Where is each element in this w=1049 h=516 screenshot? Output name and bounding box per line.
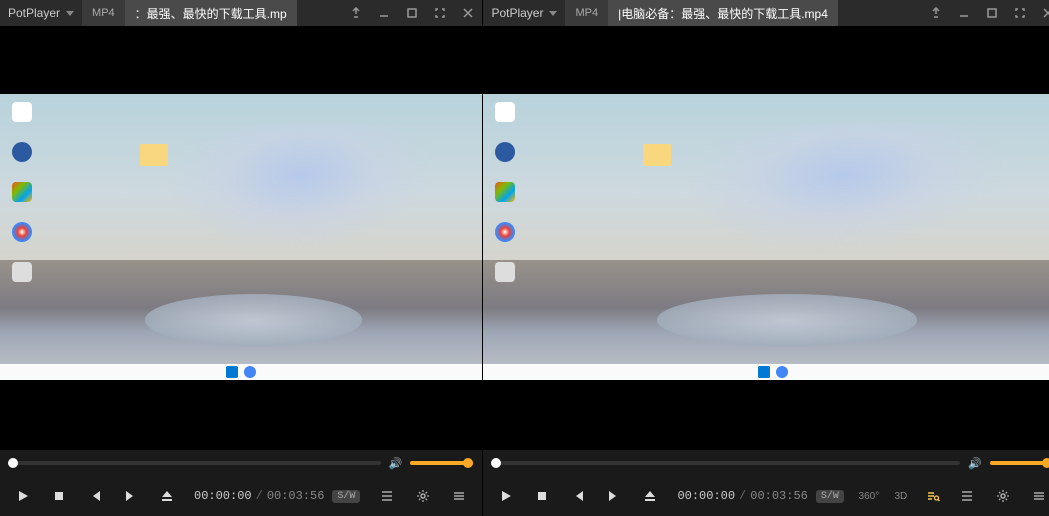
volume-slider[interactable]: [410, 461, 474, 465]
eject-button[interactable]: [633, 480, 667, 512]
time-current: 00:00:00: [677, 489, 735, 503]
video-content: [483, 94, 1049, 380]
play-button[interactable]: [6, 480, 40, 512]
seek-knob[interactable]: [491, 458, 501, 468]
pin-icon[interactable]: [342, 0, 370, 26]
prev-button[interactable]: [561, 480, 595, 512]
player-right: PotPlayer MP4 |电脑必备：最强、最快的下载工具.mp4: [483, 0, 1049, 516]
app-name-label: PotPlayer: [491, 6, 543, 20]
3d-button[interactable]: 3D: [886, 480, 916, 512]
next-button[interactable]: [114, 480, 148, 512]
volume-icon[interactable]: 🔊: [389, 457, 403, 470]
stop-button[interactable]: [42, 480, 76, 512]
subtitle-search-button[interactable]: [918, 480, 948, 512]
titlebar: PotPlayer MP4 ：最强、最快的下载工具.mp: [0, 0, 482, 26]
seek-slider[interactable]: [491, 461, 960, 465]
stop-button[interactable]: [525, 480, 559, 512]
titlebar: PotPlayer MP4 |电脑必备：最强、最快的下载工具.mp4: [483, 0, 1049, 26]
maximize-icon[interactable]: [398, 0, 426, 26]
controls-bar: 00:00:00 / 00:03:56 S/W 360° 3D: [483, 476, 1049, 516]
playlist-button[interactable]: [370, 480, 404, 512]
minimize-icon[interactable]: [950, 0, 978, 26]
pin-icon[interactable]: [922, 0, 950, 26]
seek-bar-row: 🔊: [0, 450, 482, 476]
app-menu-button[interactable]: PotPlayer: [483, 0, 565, 26]
menu-button[interactable]: [1022, 480, 1049, 512]
close-icon[interactable]: [454, 0, 482, 26]
file-title-tab[interactable]: |电脑必备：最强、最快的下载工具.mp4: [608, 0, 838, 26]
settings-button[interactable]: [406, 480, 440, 512]
video-content: [0, 94, 482, 380]
format-tab[interactable]: MP4: [82, 0, 125, 26]
seek-knob[interactable]: [8, 458, 18, 468]
app-name-label: PotPlayer: [8, 6, 60, 20]
format-tab[interactable]: MP4: [565, 0, 608, 26]
file-title-tab[interactable]: ：最强、最快的下载工具.mp: [125, 0, 297, 26]
time-duration: 00:03:56: [267, 489, 325, 503]
time-display: 00:00:00 / 00:03:56 S/W: [677, 489, 843, 503]
time-current: 00:00:00: [194, 489, 252, 503]
video-taskbar: [483, 364, 1049, 380]
app-menu-button[interactable]: PotPlayer: [0, 0, 82, 26]
decoder-badge[interactable]: S/W: [332, 490, 360, 503]
close-icon[interactable]: [1034, 0, 1049, 26]
folder-icon: [140, 144, 168, 166]
minimize-icon[interactable]: [370, 0, 398, 26]
window-buttons: [922, 0, 1049, 26]
volume-icon[interactable]: 🔊: [968, 457, 982, 470]
video-taskbar: [0, 364, 482, 380]
volume-slider[interactable]: [990, 461, 1049, 465]
play-button[interactable]: [489, 480, 523, 512]
seek-slider[interactable]: [8, 461, 381, 465]
time-display: 00:00:00 / 00:03:56 S/W: [194, 489, 360, 503]
menu-button[interactable]: [442, 480, 476, 512]
video-area[interactable]: [0, 26, 482, 450]
eject-button[interactable]: [150, 480, 184, 512]
360-button[interactable]: 360°: [854, 480, 884, 512]
player-left: PotPlayer MP4 ：最强、最快的下载工具.mp: [0, 0, 483, 516]
time-duration: 00:03:56: [750, 489, 808, 503]
playlist-button[interactable]: [950, 480, 984, 512]
window-buttons: [342, 0, 482, 26]
video-area[interactable]: [483, 26, 1049, 450]
fullscreen-icon[interactable]: [426, 0, 454, 26]
maximize-icon[interactable]: [978, 0, 1006, 26]
settings-button[interactable]: [986, 480, 1020, 512]
controls-bar: 00:00:00 / 00:03:56 S/W: [0, 476, 482, 516]
folder-icon: [643, 144, 671, 166]
decoder-badge[interactable]: S/W: [816, 490, 844, 503]
seek-bar-row: 🔊: [483, 450, 1049, 476]
fullscreen-icon[interactable]: [1006, 0, 1034, 26]
prev-button[interactable]: [78, 480, 112, 512]
next-button[interactable]: [597, 480, 631, 512]
